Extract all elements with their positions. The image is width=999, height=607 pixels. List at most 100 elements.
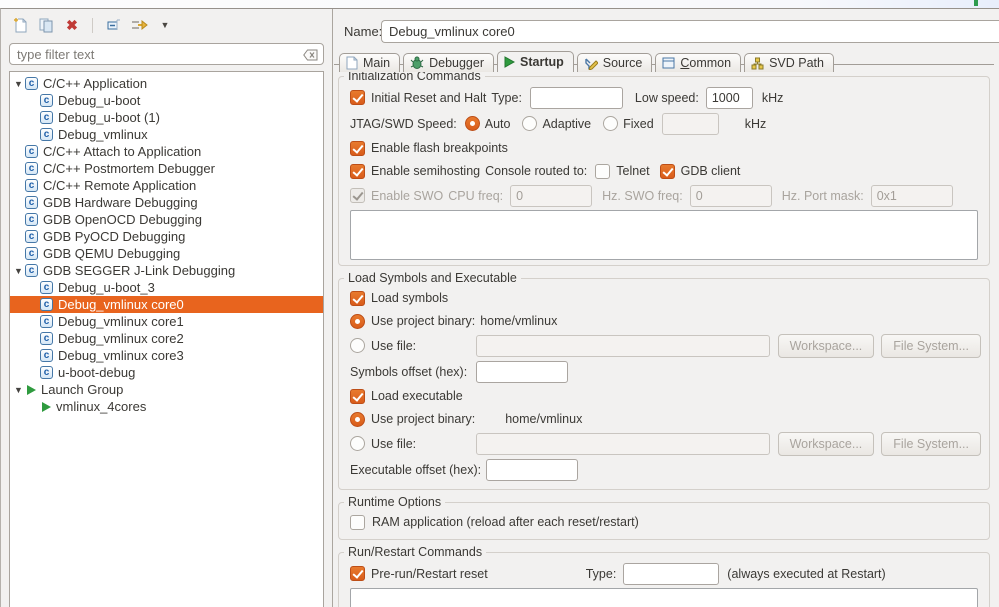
filter-input[interactable] bbox=[9, 43, 324, 65]
tree-item-selected[interactable]: c Debug_vmlinux core0 bbox=[10, 296, 323, 313]
telnet-checkbox[interactable] bbox=[595, 163, 611, 179]
clear-filter-icon[interactable] bbox=[303, 48, 318, 66]
load-executable-label: Load executable bbox=[371, 389, 463, 403]
speed-adaptive-radio[interactable] bbox=[522, 116, 538, 131]
toolbar-separator bbox=[92, 17, 93, 33]
load-executable-checkbox[interactable] bbox=[350, 388, 365, 404]
swo-freq-input bbox=[689, 184, 772, 207]
source-tab-icon bbox=[585, 58, 598, 70]
sidebar-toolbar: ✖ ▼ bbox=[1, 9, 332, 37]
tree-item[interactable]: ▼ c C/C++ Application bbox=[10, 75, 323, 92]
launch-config-tree: ▼ c C/C++ Application c Debug_u-boot c Debug… bbox=[9, 71, 324, 607]
tab-common[interactable]: Common bbox=[655, 53, 742, 72]
exec-project-binary-radio[interactable] bbox=[350, 411, 365, 427]
name-input[interactable] bbox=[381, 20, 999, 43]
tree-item[interactable]: c u-boot-debug bbox=[10, 364, 323, 381]
speed-fixed-radio[interactable] bbox=[603, 116, 619, 131]
group-title: Runtime Options bbox=[344, 495, 446, 509]
tree-item[interactable]: c Debug_u-boot (1) bbox=[10, 109, 323, 126]
symbols-use-file-radio[interactable] bbox=[350, 338, 365, 353]
delete-launch-configuration-icon[interactable]: ✖ bbox=[63, 16, 81, 34]
gdb-client-label: GDB client bbox=[680, 164, 741, 178]
c-file-icon: c bbox=[40, 298, 53, 311]
prerun-reset-checkbox[interactable] bbox=[350, 566, 365, 581]
run-type-input[interactable] bbox=[623, 562, 720, 585]
tree-item[interactable]: c Debug_vmlinux core1 bbox=[10, 313, 323, 330]
expand-arrow-icon[interactable]: ▼ bbox=[12, 79, 25, 89]
flash-breakpoints-checkbox[interactable] bbox=[350, 140, 365, 156]
c-file-icon: c bbox=[40, 349, 53, 362]
tree-item[interactable]: c Debug_vmlinux core3 bbox=[10, 347, 323, 364]
tab-startup[interactable]: Startup bbox=[497, 51, 574, 72]
exec-filesystem-button: File System... bbox=[881, 431, 981, 456]
semihosting-label: Enable semihosting bbox=[371, 164, 481, 178]
symbols-project-binary-label: Use project binary: bbox=[371, 314, 476, 328]
tree-item[interactable]: c GDB Hardware Debugging bbox=[10, 194, 323, 211]
tree-item[interactable]: c C/C++ Postmortem Debugger bbox=[10, 160, 323, 177]
port-mask-input bbox=[870, 184, 953, 207]
tree-item[interactable]: c Debug_vmlinux core2 bbox=[10, 330, 323, 347]
exec-offset-input[interactable] bbox=[486, 458, 578, 481]
tree-item[interactable]: c Debug_u-boot bbox=[10, 92, 323, 109]
symbols-workspace-button: Workspace... bbox=[777, 333, 875, 358]
config-tabs: Main Debugger Startup Source Common SVD … bbox=[339, 51, 999, 72]
tree-item[interactable]: c GDB QEMU Debugging bbox=[10, 245, 323, 262]
run-commands-textarea[interactable] bbox=[350, 588, 978, 607]
hz-port-mask-label: Hz. Port mask: bbox=[781, 188, 864, 203]
toolbar-menu-dropdown-icon[interactable]: ▼ bbox=[156, 16, 174, 34]
tab-main[interactable]: Main bbox=[339, 53, 401, 72]
speed-auto-radio[interactable] bbox=[464, 116, 480, 131]
tree-item[interactable]: c C/C++ Attach to Application bbox=[10, 143, 323, 160]
tree-item[interactable]: c Debug_u-boot_3 bbox=[10, 279, 323, 296]
launch-config-sidebar: ✖ ▼ ▼cC/C++ Application cDebug_u-boot bbox=[1, 9, 333, 607]
c-file-icon: c bbox=[25, 196, 38, 209]
exec-use-file-radio[interactable] bbox=[350, 436, 365, 451]
gdb-client-checkbox[interactable] bbox=[659, 163, 675, 179]
tree-item[interactable]: c GDB OpenOCD Debugging bbox=[10, 211, 323, 228]
load-symbols-label: Load symbols bbox=[371, 291, 449, 305]
semihosting-checkbox[interactable] bbox=[350, 163, 365, 179]
tree-item[interactable]: c Debug_vmlinux bbox=[10, 126, 323, 143]
expand-arrow-icon[interactable]: ▼ bbox=[12, 385, 25, 395]
fixed-khz-label: kHz bbox=[744, 116, 767, 131]
initial-reset-checkbox[interactable] bbox=[350, 90, 365, 105]
name-row: Name: bbox=[344, 20, 999, 43]
run-icon bbox=[27, 384, 36, 395]
symbols-filesystem-button: File System... bbox=[881, 333, 981, 358]
tab-source[interactable]: Source bbox=[576, 53, 653, 72]
symbols-offset-input[interactable] bbox=[476, 360, 568, 383]
collapse-all-icon[interactable] bbox=[104, 16, 122, 34]
tree-item[interactable]: vmlinux_4cores bbox=[10, 398, 323, 415]
jtag-speed-label: JTAG/SWD Speed: bbox=[350, 116, 457, 131]
tab-svd-path[interactable]: SVD Path bbox=[744, 53, 834, 72]
c-file-icon: c bbox=[25, 179, 38, 192]
duplicate-launch-configuration-icon[interactable] bbox=[37, 16, 55, 34]
low-speed-label: Low speed: bbox=[634, 90, 699, 105]
prerun-reset-label: Pre-run/Restart reset bbox=[371, 566, 488, 581]
tab-debugger[interactable]: Debugger bbox=[403, 53, 494, 72]
c-file-icon: c bbox=[40, 281, 53, 294]
new-launch-configuration-icon[interactable] bbox=[11, 16, 29, 34]
hz-swo-freq-label: Hz. SWO freq: bbox=[602, 188, 683, 203]
initialization-commands-group: Initialization Commands Initial Reset an… bbox=[338, 69, 990, 266]
init-commands-textarea[interactable] bbox=[350, 210, 978, 260]
debug-configurations-dialog: ✖ ▼ ▼cC/C++ Application cDebug_u-boot bbox=[0, 0, 999, 607]
fixed-speed-input[interactable] bbox=[661, 112, 719, 135]
tree-item[interactable]: ▼ Launch Group bbox=[10, 381, 323, 398]
config-editor-pane: Name: Main Debugger Startup S bbox=[334, 9, 999, 607]
reset-type-input[interactable] bbox=[529, 86, 623, 109]
cpu-freq-input bbox=[510, 184, 593, 207]
c-file-icon: c bbox=[25, 230, 38, 243]
tree-item[interactable]: ▼ c GDB SEGGER J-Link Debugging bbox=[10, 262, 323, 279]
ram-application-checkbox[interactable] bbox=[350, 514, 365, 530]
exec-offset-label: Executable offset (hex): bbox=[350, 462, 482, 477]
low-speed-input[interactable] bbox=[705, 86, 753, 109]
symbols-project-binary-radio[interactable] bbox=[350, 313, 365, 329]
tree-item[interactable]: c GDB PyOCD Debugging bbox=[10, 228, 323, 245]
load-symbols-executable-group: Load Symbols and Executable Load symbols… bbox=[338, 271, 990, 490]
runtime-options-group: Runtime Options RAM application (reload … bbox=[338, 495, 990, 540]
expand-arrow-icon[interactable]: ▼ bbox=[12, 266, 25, 276]
load-symbols-checkbox[interactable] bbox=[350, 290, 365, 306]
filter-launch-configurations-icon[interactable] bbox=[130, 16, 148, 34]
tree-item[interactable]: c C/C++ Remote Application bbox=[10, 177, 323, 194]
